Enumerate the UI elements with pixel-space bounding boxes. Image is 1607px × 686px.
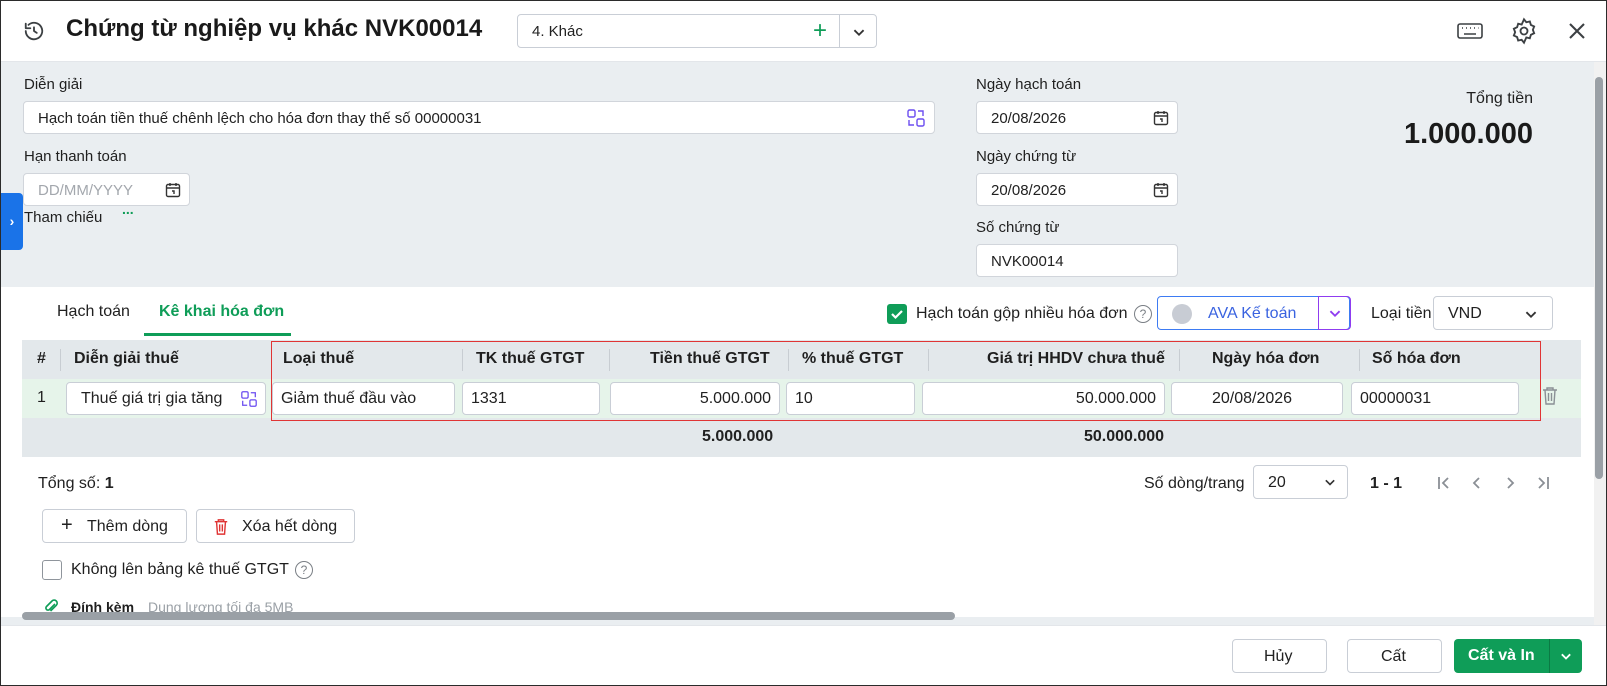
cancel-button[interactable]: Hủy — [1232, 639, 1327, 673]
chevron-down-icon[interactable] — [1556, 646, 1576, 666]
dien-giai-thue-value: Thuế giá trị gia tăng — [81, 390, 223, 407]
first-page-icon[interactable] — [1434, 473, 1454, 493]
han-thanh-toan-input[interactable]: DD/MM/YYYY — [23, 173, 190, 206]
tham-chieu-label: Tham chiếu — [24, 209, 103, 226]
loai-tien-select[interactable]: VND — [1433, 296, 1553, 330]
total-count: Tổng số: 1 — [38, 475, 114, 493]
ngay-hach-toan-input[interactable]: 20/08/2026 — [976, 101, 1178, 134]
cancel-label: Hủy — [1264, 648, 1293, 665]
ngay-hach-toan-label: Ngày hạch toán — [976, 76, 1082, 93]
trash-icon — [214, 519, 228, 535]
loai-tien-label: Loại tiền — [1371, 305, 1432, 322]
col-dien-giai-thue[interactable]: Diễn giải thuế — [74, 350, 179, 368]
plus-icon: + — [61, 514, 73, 536]
ngay-chung-tu-label: Ngày chứng từ — [976, 148, 1077, 165]
gop-hoa-don-label: Hạch toán gộp nhiều hóa đơn — [916, 305, 1128, 322]
prev-page-icon[interactable] — [1467, 473, 1487, 493]
col-divider — [60, 349, 61, 371]
dien-giai-label: Diễn giải — [24, 76, 83, 93]
save-and-print-label: Cất và In — [1468, 647, 1535, 664]
dien-giai-value: Hạch toán tiền thuế chênh lệch cho hóa đ… — [38, 110, 482, 127]
chevron-down-icon[interactable] — [848, 21, 870, 43]
tab-hach-toan[interactable]: Hạch toán — [57, 303, 130, 321]
chevron-down-icon — [1329, 310, 1341, 318]
tham-chieu-more-button[interactable]: ... — [122, 201, 134, 217]
close-icon[interactable] — [1563, 17, 1591, 45]
dialog-header: Chứng từ nghiệp vụ khác NVK00014 4. Khác… — [1, 1, 1606, 62]
gear-icon[interactable] — [1510, 17, 1538, 45]
plus-icon[interactable]: + — [806, 17, 834, 45]
voucher-dialog: Chứng từ nghiệp vụ khác NVK00014 4. Khác… — [0, 0, 1607, 686]
ava-ke-toan-button[interactable]: AVA Kế toán — [1157, 296, 1351, 330]
ava-dropdown-button[interactable] — [1318, 296, 1351, 330]
so-chung-tu-value: NVK00014 — [991, 253, 1064, 270]
ai-suggest-icon[interactable] — [240, 390, 258, 408]
add-row-label: Thêm dòng — [87, 518, 168, 535]
calendar-icon[interactable] — [1153, 182, 1169, 198]
rows-per-page-label: Số dòng/trang — [1144, 475, 1245, 492]
button-divider — [1549, 639, 1550, 673]
avatar — [1172, 304, 1192, 324]
total-count-label: Tổng số: — [38, 475, 101, 492]
total-gia-tri-hhdv: 50.000.000 — [1084, 428, 1165, 445]
voucher-type-value: 4. Khác — [532, 23, 583, 40]
col-index: # — [37, 350, 46, 367]
ngay-chung-tu-value: 20/08/2026 — [991, 182, 1067, 199]
delete-all-rows-button[interactable]: Xóa hết dòng — [196, 509, 355, 543]
dien-giai-thue-cell[interactable]: Thuế giá trị gia tăng — [66, 382, 266, 415]
page-range: 1 - 1 — [1370, 475, 1403, 492]
ava-label: AVA Kế toán — [1208, 305, 1297, 322]
gop-hoa-don-checkbox[interactable] — [887, 304, 907, 324]
horizontal-scrollbar[interactable] — [22, 612, 955, 620]
select-divider — [839, 15, 840, 47]
keyboard-icon[interactable] — [1456, 17, 1484, 45]
han-thanh-toan-placeholder: DD/MM/YYYY — [38, 182, 134, 199]
calendar-icon[interactable] — [165, 182, 181, 198]
highlight-box — [271, 341, 1541, 421]
tong-tien-value: 1.000.000 — [1403, 118, 1533, 150]
voucher-type-select[interactable]: 4. Khác + — [517, 14, 877, 48]
save-and-print-button[interactable]: Cất và In — [1454, 639, 1582, 673]
so-chung-tu-label: Số chứng từ — [976, 219, 1060, 236]
ngay-chung-tu-input[interactable]: 20/08/2026 — [976, 173, 1178, 206]
side-expand-button[interactable]: › — [1, 193, 23, 250]
page-title: Chứng từ nghiệp vụ khác NVK00014 — [66, 15, 483, 42]
so-chung-tu-input[interactable]: NVK00014 — [976, 244, 1178, 277]
khong-len-bang-ke-label: Không lên bảng kê thuế GTGT — [71, 561, 289, 578]
chevron-down-icon — [1525, 311, 1537, 319]
khong-len-bang-ke-checkbox[interactable] — [42, 560, 62, 580]
voucher-form — [1, 62, 1594, 287]
trash-icon[interactable] — [1541, 386, 1559, 406]
total-count-value: 1 — [104, 475, 114, 492]
dien-giai-input[interactable]: Hạch toán tiền thuế chênh lệch cho hóa đ… — [23, 101, 935, 134]
save-button[interactable]: Cất — [1347, 639, 1442, 673]
ai-suggest-icon[interactable] — [906, 108, 926, 128]
add-row-button[interactable]: + Thêm dòng — [42, 509, 187, 543]
vertical-scrollbar[interactable] — [1595, 77, 1603, 479]
han-thanh-toan-label: Hạn thanh toán — [24, 148, 127, 165]
chevron-down-icon — [1325, 479, 1335, 486]
save-label: Cất — [1381, 648, 1406, 665]
help-icon[interactable]: ? — [295, 561, 313, 579]
dialog-footer: Hủy Cất Cất và In — [1, 625, 1606, 685]
help-icon[interactable]: ? — [1134, 305, 1152, 323]
check-icon — [891, 310, 903, 320]
tong-tien-label: Tổng tiền — [1466, 90, 1533, 107]
delete-all-rows-label: Xóa hết dòng — [242, 518, 338, 535]
last-page-icon[interactable] — [1533, 473, 1553, 493]
history-icon[interactable] — [23, 20, 45, 42]
loai-tien-value: VND — [1448, 305, 1482, 322]
ngay-hach-toan-value: 20/08/2026 — [991, 110, 1067, 127]
next-page-icon[interactable] — [1500, 473, 1520, 493]
rows-per-page-value: 20 — [1268, 474, 1286, 491]
active-tab-indicator — [144, 333, 291, 336]
grid-totals-row: 5.000.000 50.000.000 — [22, 418, 1581, 457]
rows-per-page-select[interactable]: 20 — [1253, 465, 1348, 499]
calendar-icon[interactable] — [1153, 110, 1169, 126]
total-tien-thue: 5.000.000 — [702, 428, 774, 445]
tab-ke-khai-hoa-don[interactable]: Kê khai hóa đơn — [159, 303, 284, 321]
row-index: 1 — [37, 389, 46, 406]
